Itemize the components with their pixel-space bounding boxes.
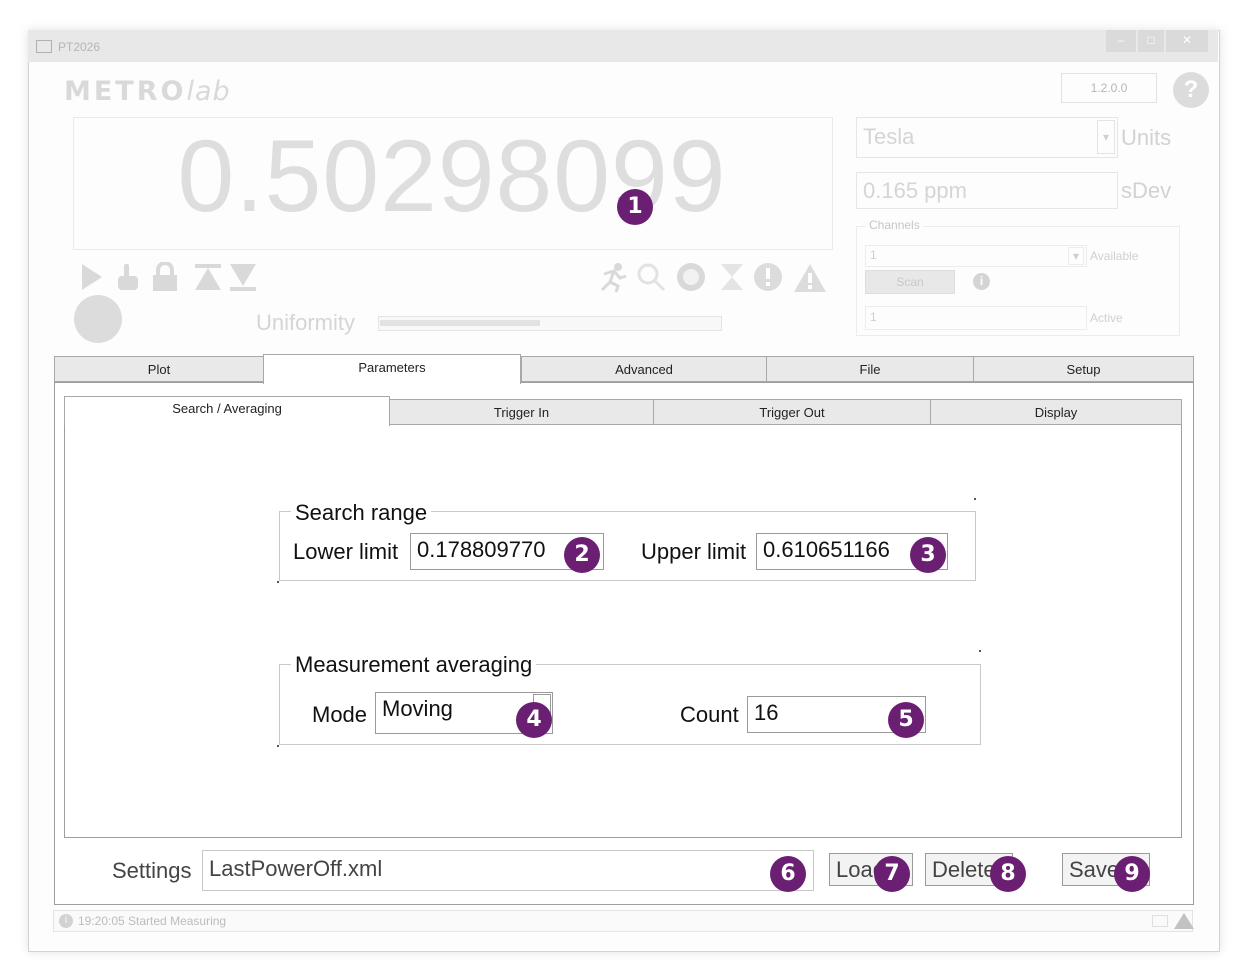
available-value: 1 (870, 248, 877, 262)
warning-icon (794, 264, 826, 292)
units-label: Units (1121, 125, 1172, 150)
units-selected: Tesla (863, 124, 915, 149)
subtab-trigger-out[interactable]: Trigger Out (653, 399, 931, 425)
max-hold-icon[interactable] (195, 264, 221, 290)
resize-grip[interactable] (1152, 915, 1168, 927)
subtab-display[interactable]: Display (930, 399, 1182, 425)
minimize-button[interactable]: – (1106, 30, 1136, 52)
search-icon (637, 263, 666, 292)
measurement-controls (82, 262, 256, 291)
info-icon: i (59, 914, 73, 928)
artifact-dot (277, 581, 279, 583)
tab-plot[interactable]: Plot (54, 356, 264, 382)
min-hold-icon[interactable] (230, 264, 256, 291)
sdev-label: sDev (1121, 178, 1172, 203)
tab-setup[interactable]: Setup (973, 356, 1194, 382)
lower-limit-label: Lower limit (293, 539, 399, 564)
play-icon[interactable] (82, 264, 102, 290)
lower-limit-value: 0.178809770 (417, 537, 546, 562)
tab-parameters[interactable]: Parameters (263, 354, 521, 384)
callout-badge-8: 8 (990, 856, 1026, 892)
mode-value: Moving (382, 696, 453, 721)
touch-icon[interactable] (118, 264, 138, 290)
available-channels-select[interactable]: 1 (865, 245, 1087, 267)
sdev-field: 0.165 ppm (856, 172, 1118, 209)
app-icon (36, 40, 52, 53)
error-icon (754, 263, 782, 291)
settings-file-value: LastPowerOff.xml (209, 856, 383, 881)
hourglass-icon (721, 264, 743, 290)
search-range-legend: Search range (291, 500, 432, 526)
callout-badge-7: 7 (874, 856, 910, 892)
info-icon[interactable]: i (973, 273, 990, 290)
help-icon[interactable]: ? (1173, 72, 1209, 108)
logo-text: METRO (64, 76, 187, 107)
status-message: 19:20:05 Started Measuring (78, 914, 227, 928)
subtab-trigger-in[interactable]: Trigger In (389, 399, 654, 425)
active-label: Active (1090, 311, 1123, 325)
title-bar (28, 30, 1218, 62)
upper-limit-value: 0.610651166 (763, 537, 890, 562)
chevron-down-icon[interactable]: ▾ (1068, 247, 1084, 265)
callout-badge-6: 6 (770, 856, 806, 892)
measurement-averaging-legend: Measurement averaging (291, 652, 537, 678)
settings-label: Settings (112, 858, 192, 883)
triangle-up-icon[interactable] (1173, 912, 1195, 930)
callout-badge-2: 2 (564, 537, 600, 573)
count-value: 16 (754, 700, 779, 725)
channels-legend: Channels (866, 218, 923, 232)
available-label: Available (1090, 249, 1139, 263)
artifact-dot (974, 498, 976, 500)
sdev-value: 0.165 ppm (863, 178, 967, 203)
version-label: 1.2.0.0 (1061, 73, 1157, 103)
field-reading: 0.50298099 (177, 119, 727, 233)
record-button[interactable] (74, 295, 122, 343)
active-value: 1 (870, 310, 877, 324)
uniformity-label: Uniformity (256, 310, 356, 335)
logo-italic-text: lab (186, 76, 231, 107)
maximize-button[interactable]: □ (1138, 30, 1164, 52)
settings-file-select[interactable]: LastPowerOff.xml (202, 850, 814, 891)
subtab-search-averaging[interactable]: Search / Averaging (64, 396, 390, 426)
window-title: PT2026 (58, 40, 101, 54)
gauge-icon (677, 263, 705, 291)
units-select[interactable]: Tesla (856, 117, 1118, 158)
running-icon (600, 263, 627, 293)
tab-file[interactable]: File (766, 356, 974, 382)
upper-limit-label: Upper limit (641, 539, 747, 564)
callout-badge-1: 1 (617, 189, 653, 225)
delete-button-label: Delete (932, 857, 996, 882)
active-channels-field[interactable]: 1 (865, 306, 1087, 330)
subtab-content-panel (64, 424, 1182, 838)
close-button[interactable]: ✕ (1166, 30, 1208, 52)
uniformity-bar-fill (380, 320, 540, 326)
save-button-label: Save (1069, 857, 1120, 882)
artifact-dot (277, 745, 279, 747)
callout-badge-9: 9 (1114, 856, 1150, 892)
mode-label: Mode (312, 702, 368, 727)
callout-badge-4: 4 (516, 702, 552, 738)
count-label: Count (680, 702, 739, 727)
chevron-down-icon[interactable]: ▾ (1097, 120, 1115, 154)
callout-badge-5: 5 (888, 702, 924, 738)
scan-button[interactable]: Scan (865, 270, 955, 294)
status-indicators (600, 263, 826, 293)
metrolab-logo: METROlab (64, 76, 231, 107)
callout-badge-3: 3 (910, 537, 946, 573)
artifact-dot (979, 650, 981, 652)
lock-icon[interactable] (153, 262, 177, 291)
tab-advanced[interactable]: Advanced (521, 356, 767, 382)
